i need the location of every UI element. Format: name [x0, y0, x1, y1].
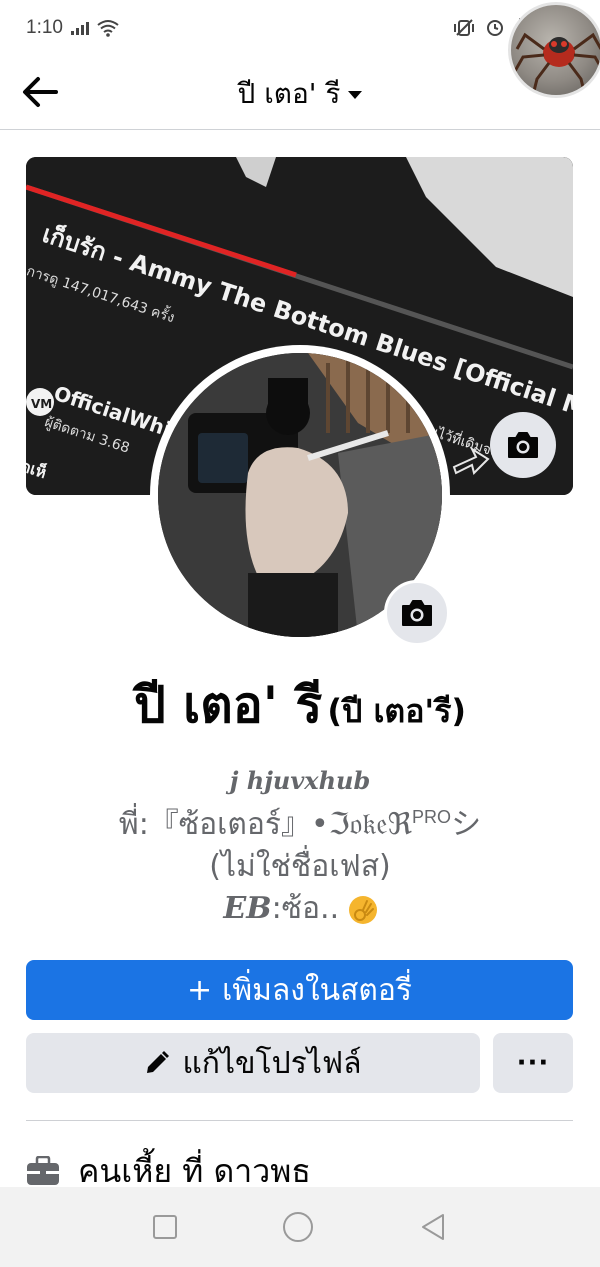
bio-handle: j hjuvxhub — [229, 766, 371, 795]
vibrate-icon — [454, 19, 474, 36]
floating-avatar[interactable] — [508, 2, 600, 98]
more-options-button[interactable]: ··· — [493, 1033, 573, 1093]
svg-text:VM: VM — [31, 397, 52, 411]
spider-avatar-image — [513, 32, 600, 95]
profile-name-main: ปี เตอ' รี — [133, 676, 323, 734]
bio-line-1-suffix: シ — [451, 807, 482, 842]
pencil-icon — [147, 1051, 170, 1073]
bio-line-3-text: :ซ้อ.. — [271, 891, 340, 926]
status-left: 1:10 — [26, 17, 119, 39]
profile-name-alternate: (ปี เตอ'รี) — [327, 692, 467, 730]
edit-profile-button[interactable]: แก้ไขโปรไฟล์ — [26, 1033, 480, 1093]
bio-line-2: (ไม่ใช่ชื่อเฟส) — [209, 849, 391, 884]
top-navigation: ปี เตอ' รี — [0, 56, 600, 130]
status-time: 1:10 — [26, 17, 63, 38]
bio-line-3-prefix: EB — [223, 891, 272, 926]
camera-icon — [508, 432, 538, 458]
edit-profile-label: แก้ไขโปรไฟล์ — [182, 1045, 362, 1081]
recent-apps-icon[interactable] — [153, 1215, 177, 1239]
more-options-label: ··· — [516, 1048, 550, 1078]
profile-switcher[interactable]: ปี เตอ' รี — [0, 72, 600, 116]
nav-title-text: ปี เตอ' รี — [237, 77, 341, 110]
add-to-story-label: เพิ่มลงในสตอรี่ — [222, 972, 413, 1008]
bio-line-1-styled: ℑ𝔬𝔨𝔢ℜ — [328, 807, 413, 842]
wifi-icon — [97, 20, 119, 37]
bio-line-1: พี่:『ซ้อเตอร์』•ℑ𝔬𝔨𝔢ℜPROシ — [40, 796, 560, 846]
profile-name: ปี เตอ' รี (ปี เตอ'รี) — [0, 666, 600, 745]
plus-icon: + — [186, 972, 213, 1008]
back-triangle-icon[interactable] — [419, 1212, 447, 1242]
edit-cover-photo-button[interactable] — [490, 412, 556, 478]
ok-hand-emoji — [348, 895, 377, 924]
edit-profile-picture-button[interactable] — [384, 580, 450, 646]
add-to-story-button[interactable]: + เพิ่มลงในสตอรี่ — [26, 960, 573, 1020]
profile-bio: j hjuvxhub พี่:『ซ้อเตอร์』•ℑ𝔬𝔨𝔢ℜPROシ (ไม่… — [40, 766, 560, 930]
home-icon[interactable] — [283, 1212, 313, 1242]
alarm-icon — [487, 20, 503, 36]
section-divider — [26, 1120, 573, 1121]
bio-line-1-prefix: พี่:『ซ้อเตอร์』• — [118, 807, 329, 842]
bio-line-1-sup: PRO — [412, 807, 452, 827]
caret-down-icon — [348, 91, 363, 99]
bio-line-3: EB:ซ้อ.. — [40, 888, 560, 930]
briefcase-icon — [27, 1156, 59, 1185]
camera-icon — [402, 600, 432, 626]
signal-icon — [70, 21, 89, 35]
system-navigation-bar — [0, 1187, 600, 1267]
